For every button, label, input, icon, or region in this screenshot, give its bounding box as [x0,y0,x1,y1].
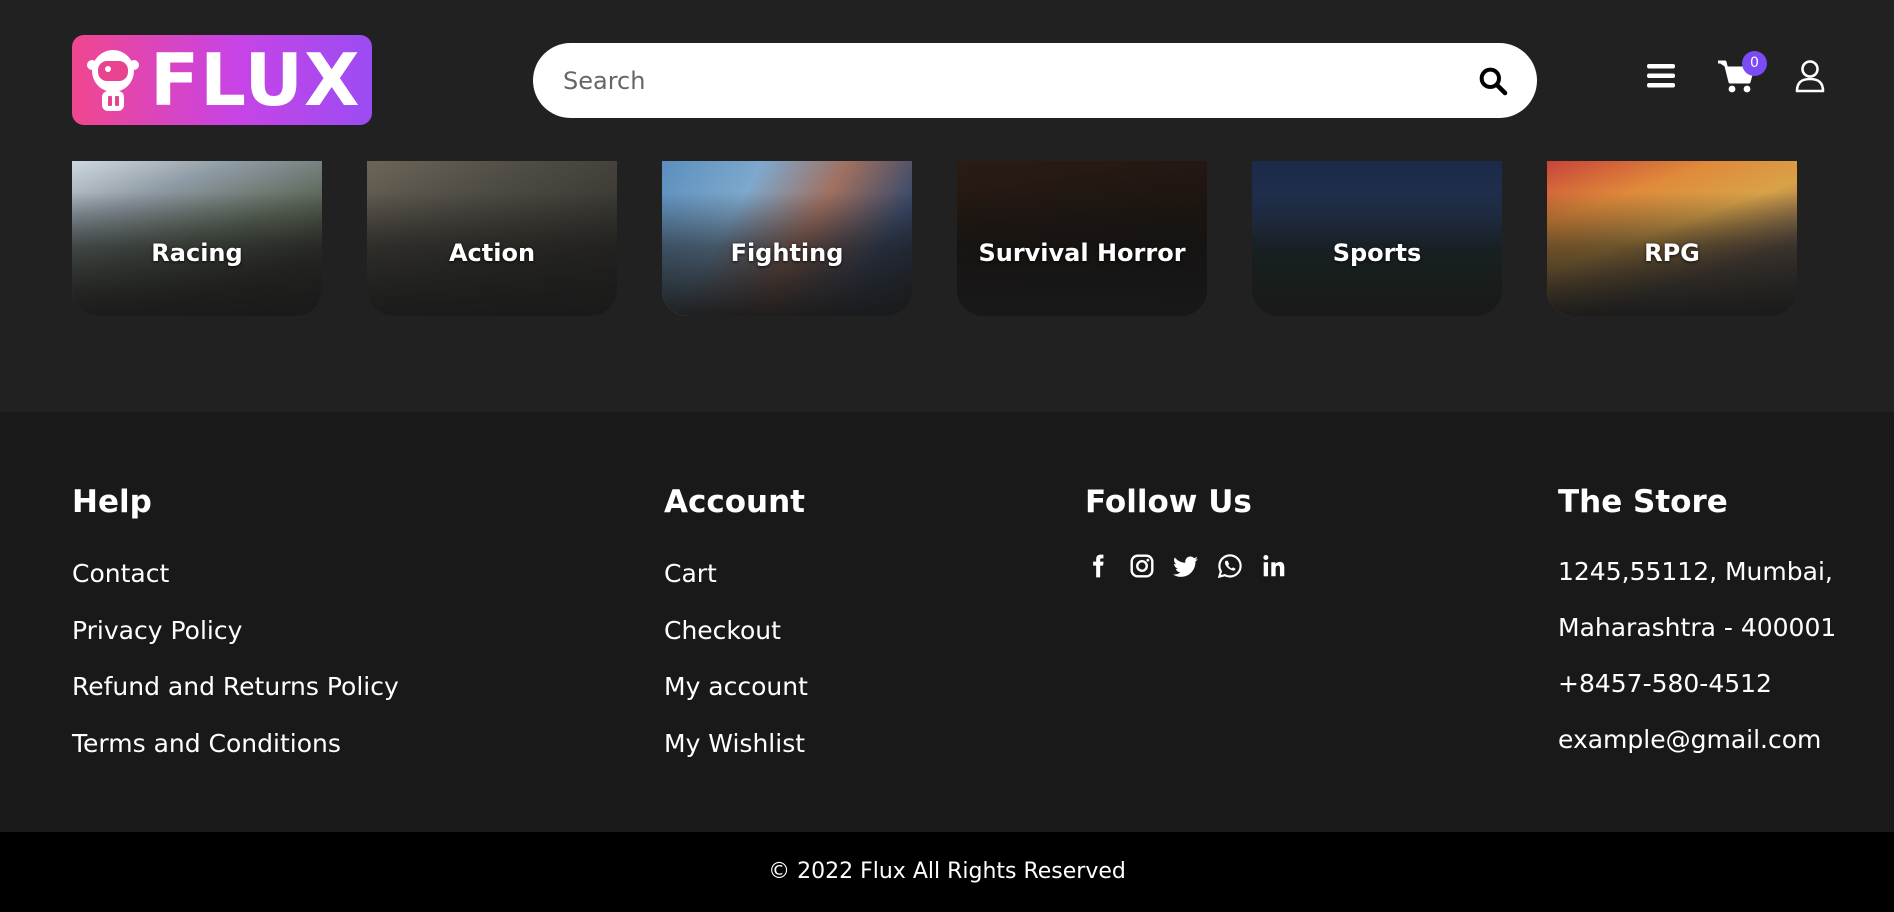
footer-link-my-wishlist[interactable]: My Wishlist [664,716,808,773]
footer-link-checkout[interactable]: Checkout [664,603,808,660]
footer-account-title: Account [664,484,805,520]
site-footer: Help Contact Privacy Policy Refund and R… [0,412,1894,832]
category-card-survival-horror[interactable]: Survival Horror [957,161,1207,316]
search-input[interactable] [563,43,1443,118]
category-label: Racing [151,239,243,267]
menu-icon[interactable] [1643,58,1679,94]
astronaut-icon [87,50,139,111]
instagram-icon[interactable] [1129,553,1155,579]
footer-link-privacy-policy[interactable]: Privacy Policy [72,603,399,660]
linkedin-icon[interactable] [1261,553,1287,579]
store-email[interactable]: example@gmail.com [1558,710,1836,770]
search-icon[interactable] [1477,65,1509,97]
footer-follow-title: Follow Us [1085,484,1252,520]
category-card-action[interactable]: Action [367,161,617,316]
twitter-icon[interactable] [1173,553,1199,579]
footer-follow-column: Follow Us [1085,482,1287,586]
category-label: Fighting [730,239,844,267]
category-card-rpg[interactable]: RPG [1547,161,1797,316]
footer-help-column: Help Contact Privacy Policy Refund and R… [72,482,399,772]
category-card-racing[interactable]: Racing [72,161,322,316]
footer-link-refund-policy[interactable]: Refund and Returns Policy [72,659,399,716]
copyright-bar: © 2022 Flux All Rights Reserved [0,832,1894,912]
footer-help-title: Help [72,484,152,520]
category-label: Action [448,239,536,267]
footer-link-my-account[interactable]: My account [664,659,808,716]
category-label: Survival Horror [978,239,1186,267]
footer-link-contact[interactable]: Contact [72,546,399,603]
site-header: FLUX 0 [0,0,1894,160]
user-icon[interactable] [1792,58,1828,94]
category-label: Sports [1332,239,1422,267]
store-phone[interactable]: +8457-580-4512 [1558,654,1836,714]
cart-count-badge: 0 [1742,51,1767,76]
copyright-text: © 2022 Flux All Rights Reserved [768,859,1126,884]
social-links [1085,546,1287,586]
logo-text: FLUX [150,38,361,122]
search-bar [533,43,1537,118]
whatsapp-icon[interactable] [1217,553,1243,579]
footer-link-terms[interactable]: Terms and Conditions [72,716,399,773]
category-label: RPG [1644,239,1700,267]
footer-store-title: The Store [1558,484,1728,520]
facebook-icon[interactable] [1085,553,1111,579]
footer-store-column: The Store 1245,55112, Mumbai, Maharashtr… [1558,482,1836,770]
logo[interactable]: FLUX [72,35,372,125]
category-card-sports[interactable]: Sports [1252,161,1502,316]
footer-account-column: Account Cart Checkout My account My Wish… [664,482,808,772]
store-address-line-1: 1245,55112, Mumbai, [1558,557,1833,586]
store-address-line-2: Maharashtra - 400001 [1558,613,1837,642]
category-row: Racing Action Fighting Survival Horror S… [72,161,1800,316]
footer-link-cart[interactable]: Cart [664,546,808,603]
category-card-fighting[interactable]: Fighting [662,161,912,316]
